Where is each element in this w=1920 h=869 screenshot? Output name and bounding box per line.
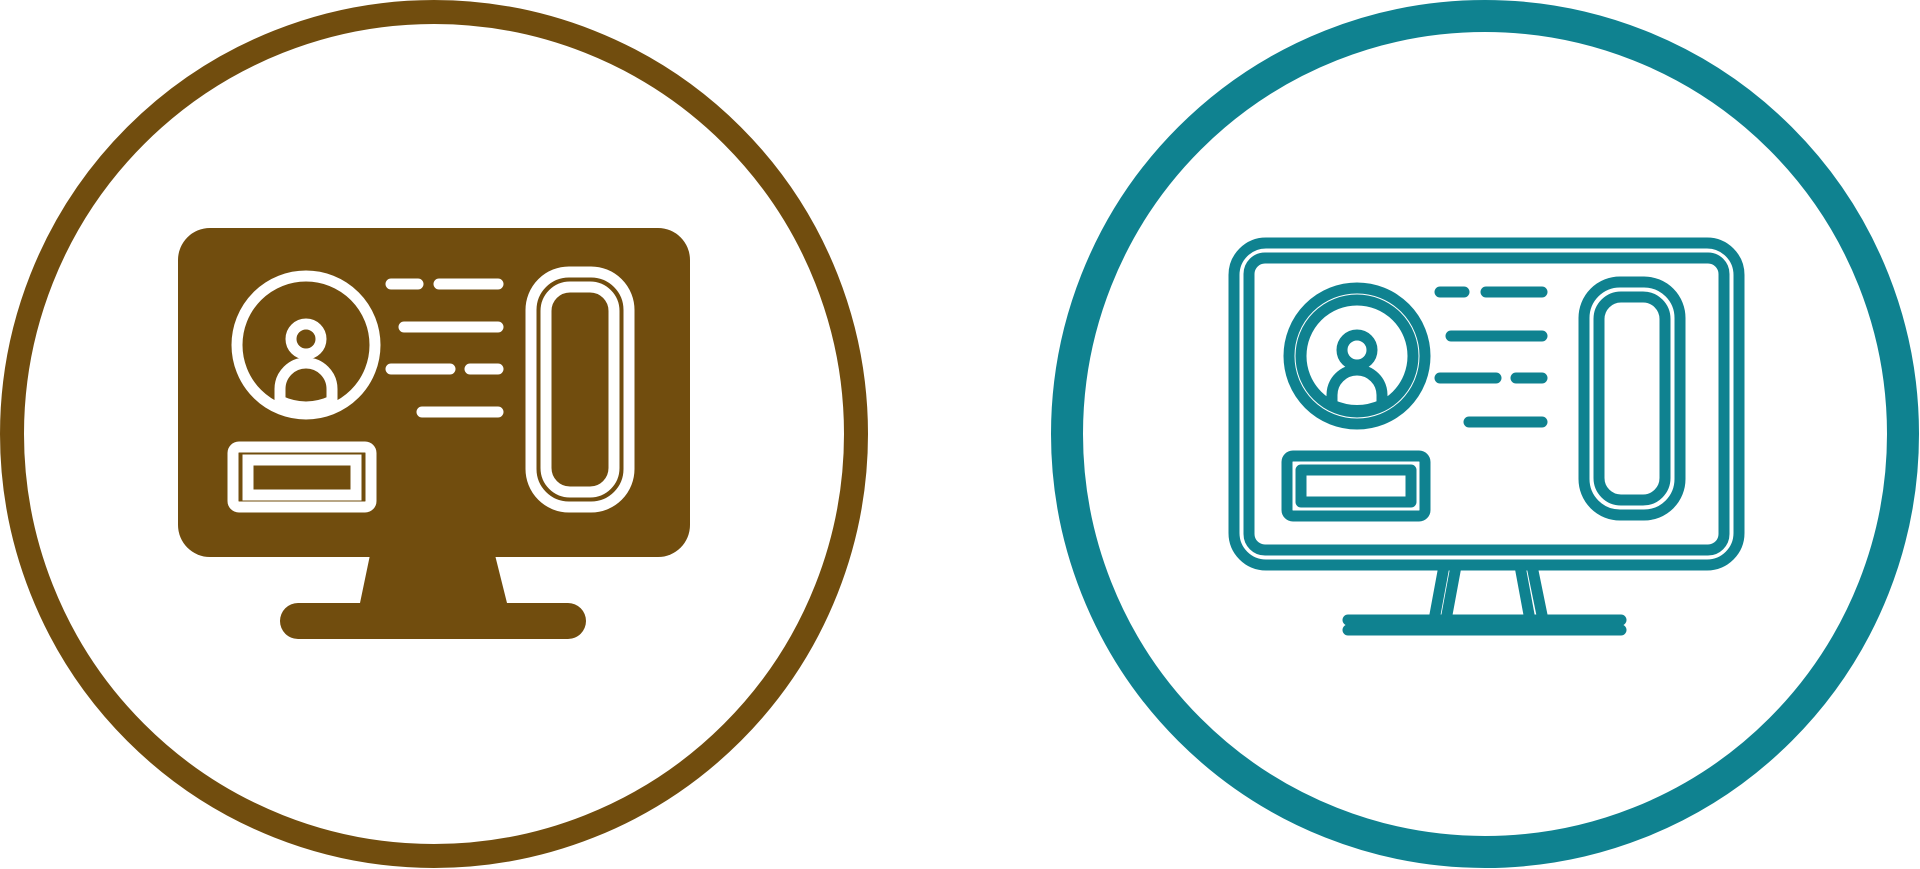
monitor-stand	[280, 555, 586, 639]
glyph-icon-tile	[0, 0, 869, 869]
glyph-user-monitor-icon	[0, 0, 868, 868]
outline-user-monitor-icon	[1051, 0, 1919, 868]
icon-set-canvas	[0, 0, 1920, 869]
outer-ring	[1051, 0, 1919, 868]
outline-icon-tile	[1051, 0, 1920, 869]
avatar-ring-outer	[1283, 282, 1431, 430]
card-inner	[1295, 464, 1417, 508]
avatar-ring-inner	[1295, 294, 1419, 418]
avatar-body	[1326, 364, 1388, 416]
avatar-head	[1336, 329, 1378, 371]
side-panel-inner	[1593, 291, 1671, 506]
